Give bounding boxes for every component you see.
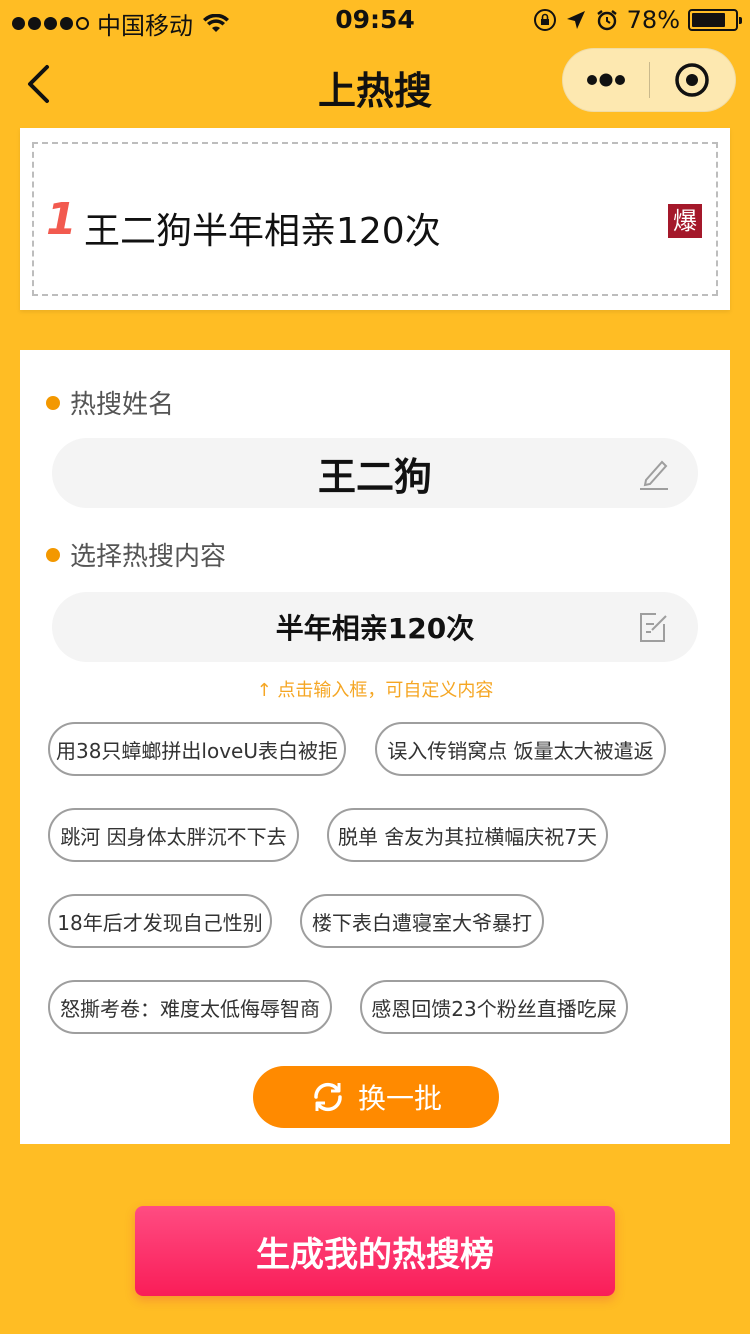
content-label-text: 选择热搜内容 [70, 542, 227, 572]
hot-search-preview-card: 1 王二狗半年相亲120次 爆 [20, 128, 730, 310]
mini-program-capsule [562, 48, 736, 112]
name-input-value: 王二狗 [317, 454, 432, 499]
bullet-dot [46, 547, 60, 562]
input-hint: ↑ 点击输入框，可自定义内容 [20, 676, 730, 702]
preview-rank: 1 [46, 194, 77, 245]
tag-option[interactable]: 楼下表白遭寝室大爷暴打 [300, 894, 544, 948]
refresh-button[interactable]: 换一批 [253, 1066, 499, 1128]
tag-option[interactable]: 用38只蟑螂拼出loveU表白被拒 [48, 722, 346, 776]
tag-option[interactable]: 18年后才发现自己性别 [48, 894, 272, 948]
tag-option[interactable]: 怒撕考卷：难度太低侮辱智商 [48, 980, 332, 1034]
alarm-icon [596, 10, 617, 31]
tag-option[interactable]: 脱单 舍友为其拉横幅庆祝7天 [327, 808, 608, 862]
back-arrow-icon [28, 65, 49, 103]
more-dots-icon [586, 73, 625, 87]
status-bar: 中国移动 09:54 78% [0, 0, 750, 40]
content-input-value: 半年相亲120次 [275, 612, 475, 645]
preview-frame: 1 王二狗半年相亲120次 爆 [32, 142, 718, 296]
preview-text: 王二狗半年相亲120次 [84, 211, 441, 252]
status-left: 中国移动 [12, 6, 229, 41]
generate-button[interactable]: 生成我的热搜榜 [135, 1206, 615, 1296]
up-arrow-icon: ↑ [256, 680, 272, 701]
hot-badge: 爆 [668, 204, 702, 238]
form-card: 热搜姓名 王二狗 选择热搜内容 半年相亲120次 ↑ 点击输入框，可自定义内容 … [20, 350, 730, 1144]
name-label-text: 热搜姓名 [70, 390, 175, 420]
carrier-name: 中国移动 [97, 12, 193, 40]
wifi-icon [203, 13, 229, 32]
refresh-label: 换一批 [357, 1082, 442, 1115]
close-mini-program-button[interactable] [650, 48, 736, 112]
rotation-lock-icon [533, 9, 556, 31]
edit-note-icon [640, 613, 667, 642]
location-arrow-icon [566, 11, 585, 29]
tag-option[interactable]: 感恩回馈23个粉丝直播吃屎 [360, 980, 628, 1034]
bullet-dot [46, 395, 60, 410]
back-button[interactable] [18, 62, 58, 106]
battery-fill [692, 13, 725, 27]
battery-percent: 78% [626, 6, 680, 34]
tag-option[interactable]: 误入传销窝点 饭量太大被遣返 [375, 722, 666, 776]
signal-strength-icon [12, 17, 89, 30]
pencil-icon [640, 460, 668, 490]
name-input[interactable]: 王二狗 [52, 438, 698, 508]
content-section-label: 选择热搜内容 [46, 536, 226, 573]
more-button[interactable] [563, 48, 649, 112]
content-input[interactable]: 半年相亲120次 [52, 592, 698, 662]
tag-option[interactable]: 跳河 因身体太胖沉不下去 [48, 808, 299, 862]
target-icon [675, 63, 709, 97]
refresh-icon [314, 1082, 342, 1112]
hint-text: 点击输入框，可自定义内容 [277, 680, 494, 701]
nav-bar: 上热搜 [0, 40, 750, 128]
name-section-label: 热搜姓名 [46, 384, 174, 421]
status-right: 78% [533, 6, 742, 34]
battery-icon [688, 9, 742, 31]
